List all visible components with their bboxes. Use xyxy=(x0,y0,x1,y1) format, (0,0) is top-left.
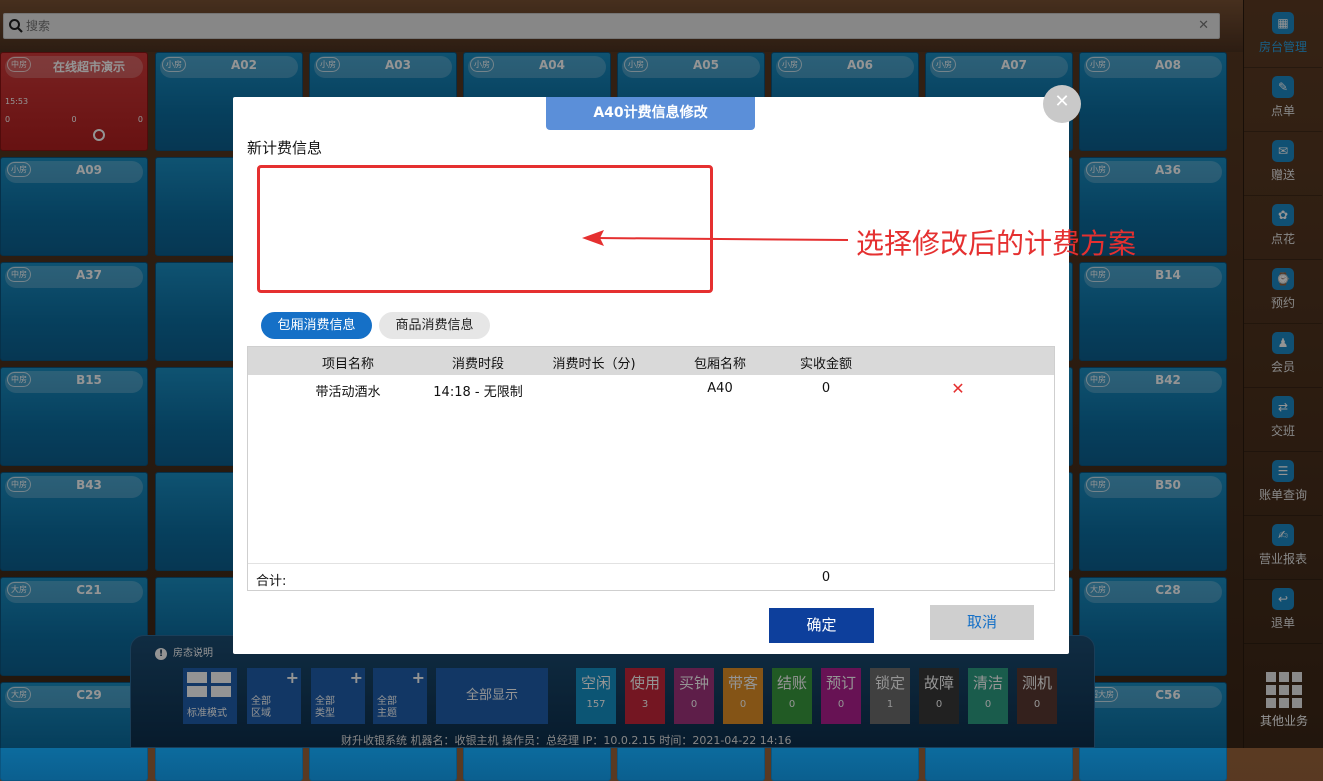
col-period: 消费时段 xyxy=(451,357,504,372)
table-total-row: 合计: 0 xyxy=(248,563,1054,591)
delete-row-icon[interactable]: ✕ xyxy=(948,379,968,398)
dialog-title: A40计费信息修改 xyxy=(546,97,755,130)
table-row[interactable]: 带活动酒水 14:18 - 无限制 A40 0 ✕ xyxy=(248,375,1054,403)
annotation-arrow xyxy=(582,230,849,246)
col-item-name: 项目名称 xyxy=(321,357,374,372)
col-amount: 实收金额 xyxy=(799,357,852,372)
tab-goods-consumption[interactable]: 商品消费信息 xyxy=(379,312,490,339)
row-period: 14:18 - 无限制 xyxy=(433,385,523,400)
col-duration: 消费时长（分) xyxy=(552,357,636,372)
col-room-name: 包厢名称 xyxy=(693,357,746,372)
confirm-button[interactable]: 确定 xyxy=(769,608,874,643)
row-amount: 0 xyxy=(821,381,831,396)
close-icon[interactable]: ✕ xyxy=(1043,85,1081,123)
total-amount: 0 xyxy=(821,570,831,585)
table-header: 项目名称 消费时段 消费时长（分) 包厢名称 实收金额 xyxy=(248,347,1054,375)
cancel-button[interactable]: 取消 xyxy=(930,605,1034,640)
row-room-name: A40 xyxy=(707,381,733,396)
total-label: 合计: xyxy=(256,574,287,589)
row-item-name: 带活动酒水 xyxy=(315,385,381,400)
billing-edit-dialog: A40计费信息修改 ✕ 新计费信息 包厢消费信息 商品消费信息 项目名称 消费时… xyxy=(233,85,1081,654)
new-billing-label: 新计费信息 xyxy=(247,139,323,157)
consumption-table: 项目名称 消费时段 消费时长（分) 包厢名称 实收金额 带活动酒水 14:18 … xyxy=(247,346,1055,591)
annotation-text: 选择修改后的计费方案 xyxy=(856,227,1137,260)
tab-room-consumption[interactable]: 包厢消费信息 xyxy=(261,312,372,339)
